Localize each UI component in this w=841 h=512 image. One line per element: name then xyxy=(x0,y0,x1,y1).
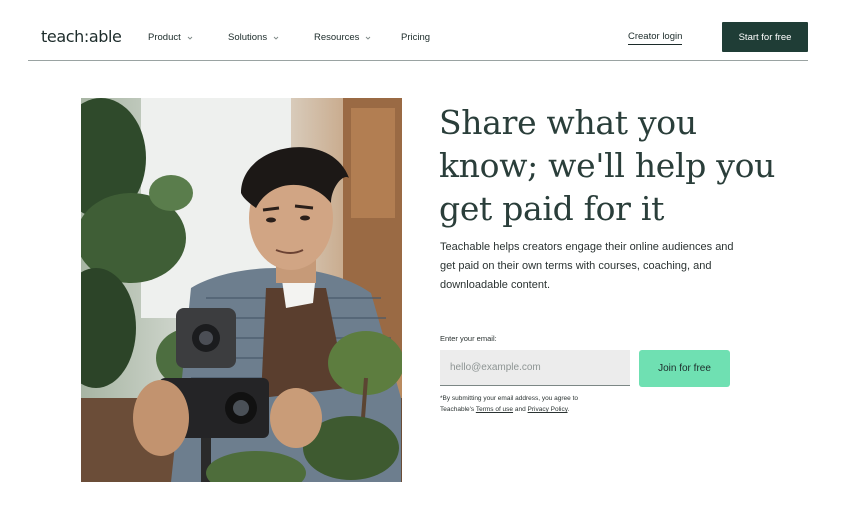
description-line: downloadable content. xyxy=(440,279,551,291)
legal-suffix: . xyxy=(567,406,570,413)
terms-of-use-link[interactable]: Terms of use xyxy=(476,406,513,413)
legal-prefix: Teachable's xyxy=(440,406,475,413)
email-field[interactable] xyxy=(440,350,630,386)
nav-item-pricing[interactable]: Pricing xyxy=(401,32,430,43)
headline-line: Share what you xyxy=(439,103,697,142)
chevron-down-icon xyxy=(187,36,193,40)
nav-item-label: Resources xyxy=(314,32,360,43)
description-line: get paid on their own terms with courses… xyxy=(440,260,712,272)
privacy-policy-link[interactable]: Privacy Policy xyxy=(528,406,568,413)
email-label: Enter your email: xyxy=(440,334,497,343)
teachable-logo[interactable]: teach:able xyxy=(41,27,122,46)
nav-item-label: Pricing xyxy=(401,32,431,43)
hero-headline: Share what you know; we'll help you get … xyxy=(439,101,779,230)
legal-line: Teachable's Terms of use and Privacy Pol… xyxy=(440,404,640,415)
nav-item-label: Product xyxy=(148,32,181,43)
legal-and: and xyxy=(514,406,526,413)
nav-item-resources[interactable]: Resources xyxy=(314,32,371,43)
nav-item-label: Solutions xyxy=(228,32,268,43)
chevron-down-icon xyxy=(366,36,371,40)
legal-notice: *By submitting your email address, you a… xyxy=(440,393,640,415)
legal-line: *By submitting your email address, you a… xyxy=(440,395,579,402)
hero-image xyxy=(81,98,402,482)
nav-item-product[interactable]: Product xyxy=(148,32,193,43)
nav-item-solutions[interactable]: Solutions xyxy=(228,32,279,43)
creator-filming-photo xyxy=(81,98,402,482)
nav-divider xyxy=(28,60,808,61)
join-for-free-button[interactable]: Join for free xyxy=(639,350,730,387)
top-nav: teach:able Product Solutions Resources P… xyxy=(0,0,841,61)
hero-description: Teachable helps creators engage their on… xyxy=(440,238,770,295)
description-line: Teachable helps creators engage their on… xyxy=(440,241,734,253)
creator-login-link[interactable]: Creator login xyxy=(628,31,683,45)
headline-line: know; we'll help you xyxy=(439,146,776,185)
start-for-free-button[interactable]: Start for free xyxy=(722,22,808,52)
chevron-down-icon xyxy=(273,36,279,40)
headline-line: get paid for it xyxy=(439,189,665,228)
